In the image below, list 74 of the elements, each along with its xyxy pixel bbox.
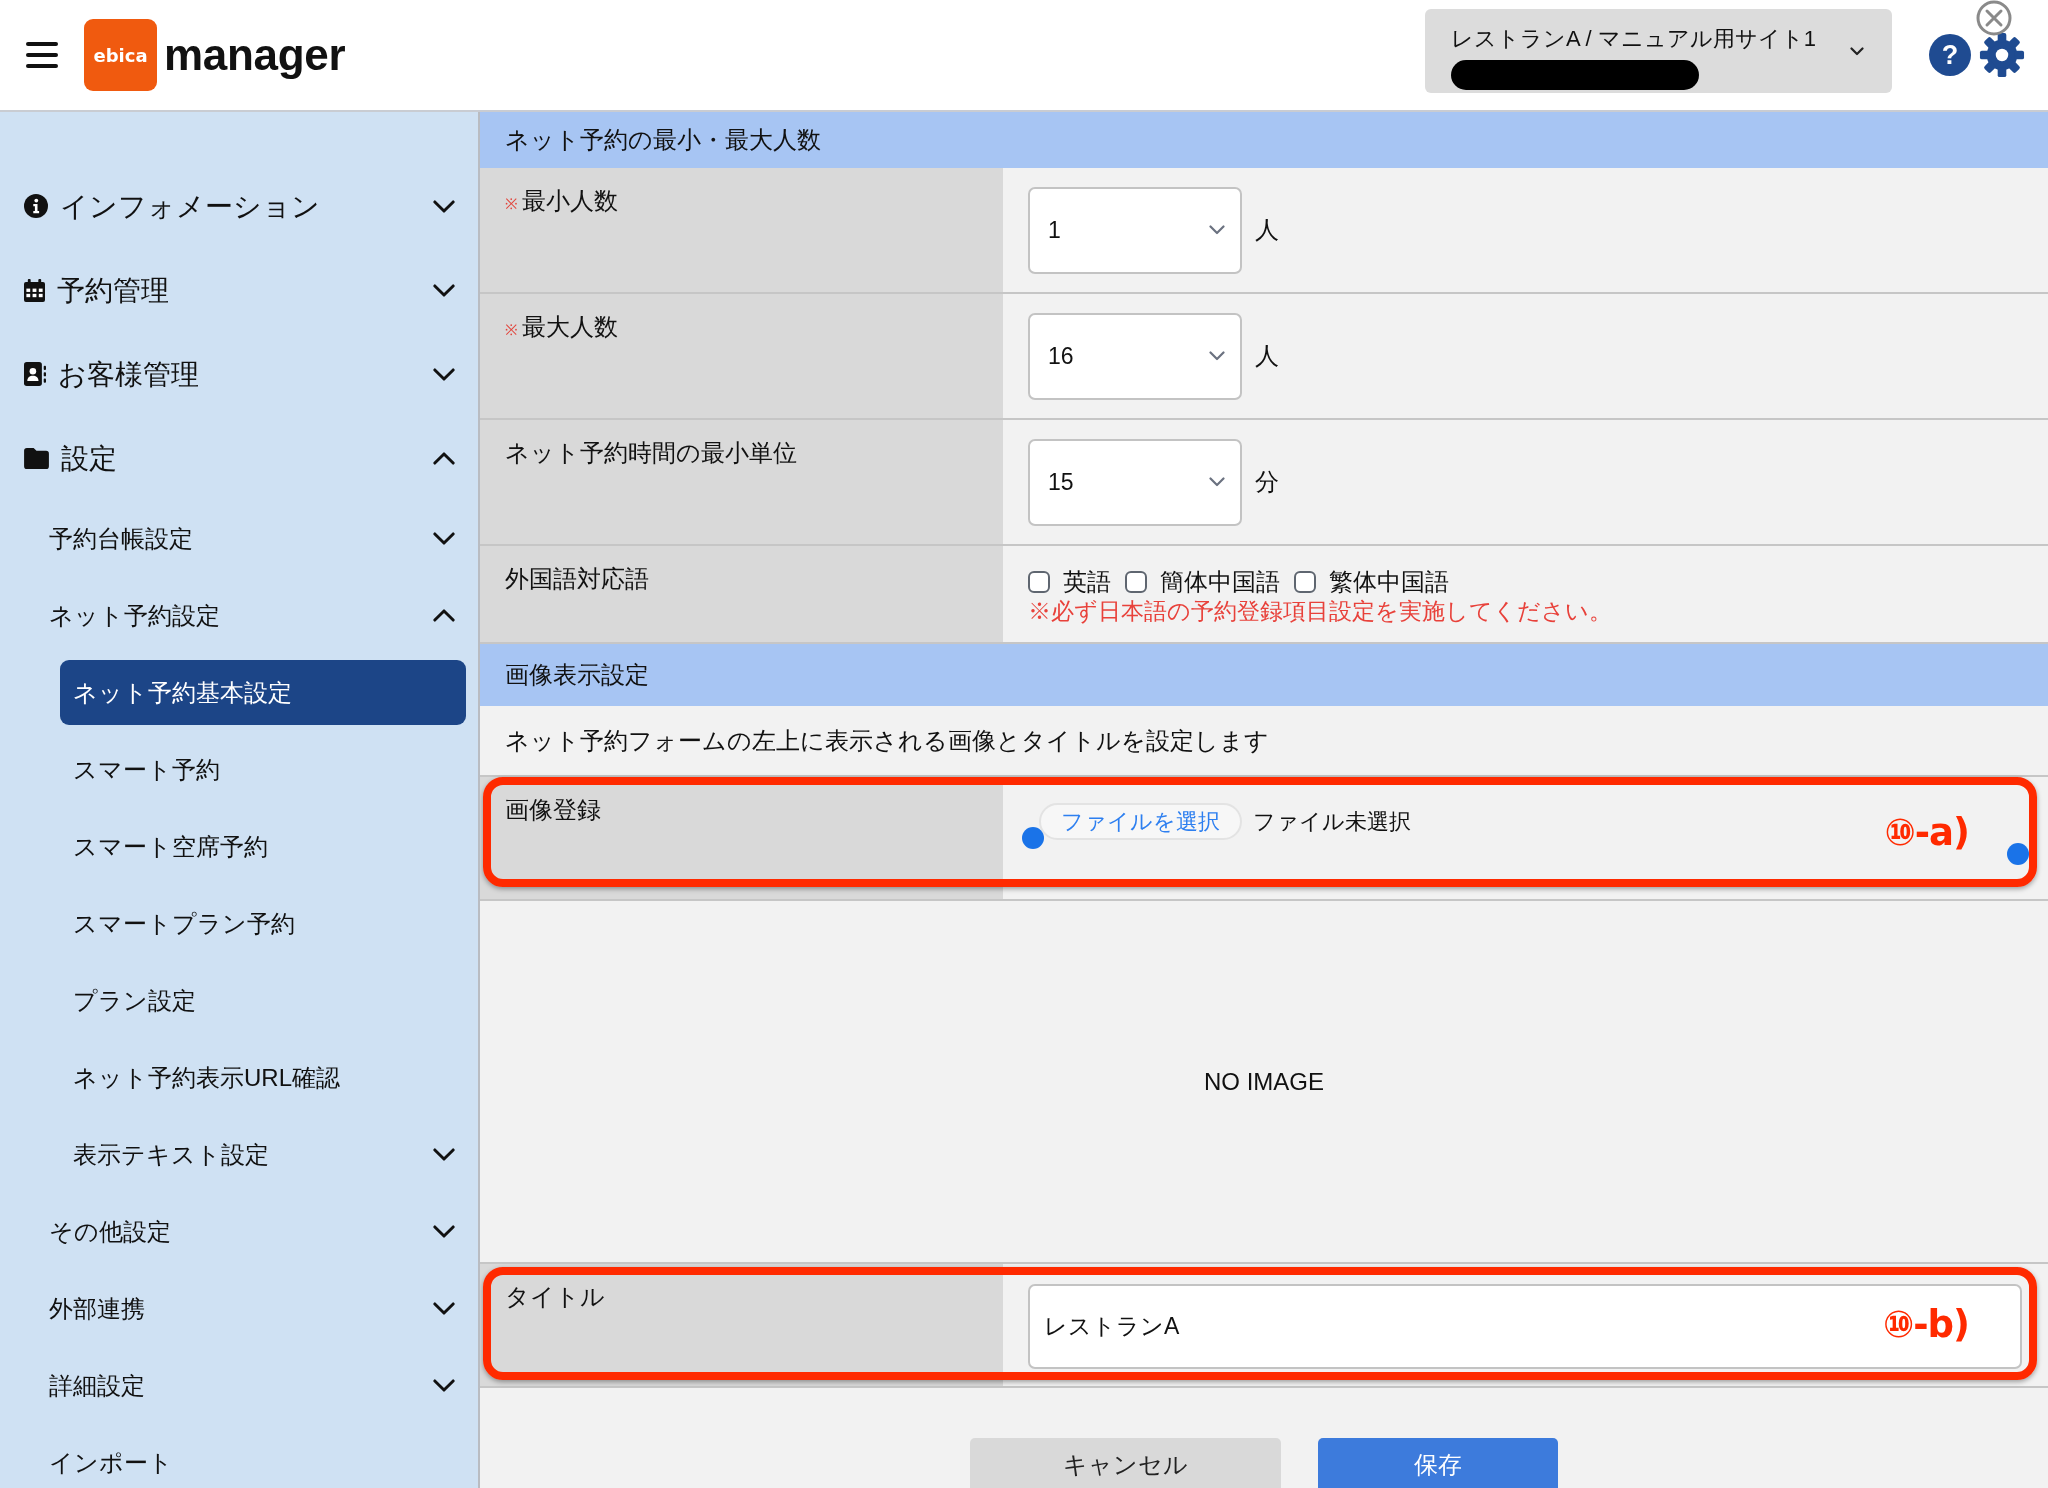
chevron-up-icon[interactable] bbox=[433, 609, 455, 622]
checkbox[interactable] bbox=[1294, 571, 1316, 593]
calendar-icon bbox=[24, 278, 45, 302]
save-button[interactable]: 保存 bbox=[1318, 1438, 1558, 1488]
field-label: 外国語対応語 bbox=[505, 565, 649, 594]
field-label: タイトル bbox=[505, 1283, 605, 1312]
chevron-up-icon[interactable] bbox=[433, 451, 455, 465]
section-header: 画像表示設定 bbox=[480, 644, 2048, 706]
checkbox[interactable] bbox=[1028, 571, 1050, 593]
field-label: 最大人数 bbox=[522, 313, 618, 342]
chevron-down-icon[interactable] bbox=[433, 283, 455, 297]
nav-item[interactable]: スマート予約 bbox=[73, 754, 220, 785]
field-label: 画像登録 bbox=[505, 796, 601, 825]
nav-item[interactable]: インポート bbox=[49, 1447, 173, 1478]
file-status-text: ファイル未選択 bbox=[1253, 808, 1411, 836]
annotation-label: ⑩-a) bbox=[1884, 810, 1969, 854]
nav-item[interactable]: スマート空席予約 bbox=[73, 831, 268, 862]
folder-icon bbox=[24, 447, 49, 469]
field-label: ネット予約時間の最小単位 bbox=[505, 439, 797, 468]
cancel-button[interactable]: キャンセル bbox=[970, 1438, 1281, 1488]
nav-item[interactable]: 外部連携 bbox=[49, 1293, 145, 1324]
warning-note: ※必ず日本語の予約登録項目設定を実施してください。 bbox=[1028, 597, 1612, 625]
chevron-down-icon[interactable] bbox=[433, 1148, 455, 1161]
annotation-label: ⑩-b) bbox=[1882, 1302, 1969, 1345]
select-field[interactable]: 16 bbox=[1028, 312, 1242, 400]
checkbox-label: 簡体中国語 bbox=[1160, 568, 1280, 597]
choose-file-button[interactable]: ファイルを選択 bbox=[1039, 803, 1242, 840]
field-label: 最小人数 bbox=[522, 187, 618, 216]
select-field[interactable]: 1 bbox=[1028, 186, 1242, 274]
no-image-text: NO IMAGE bbox=[1204, 1067, 1324, 1096]
handle-dot-icon[interactable] bbox=[2007, 843, 2029, 865]
description-text: ネット予約フォームの左上に表示される画像とタイトルを設定します bbox=[505, 726, 1269, 756]
help-button[interactable]: ? bbox=[1929, 34, 1971, 76]
app-name: manager bbox=[164, 30, 346, 80]
unit-label: 人 bbox=[1255, 341, 1279, 371]
chevron-down-icon bbox=[1209, 225, 1225, 235]
nav-item[interactable]: インフォメーション bbox=[24, 188, 320, 224]
settings-icon[interactable] bbox=[1979, 32, 2025, 78]
nav-item[interactable]: お客様管理 bbox=[24, 356, 199, 392]
select-field[interactable]: 15 bbox=[1028, 438, 1242, 526]
chevron-down-icon bbox=[1850, 46, 1864, 56]
unit-label: 人 bbox=[1255, 215, 1279, 245]
chevron-down-icon[interactable] bbox=[433, 199, 455, 213]
nav-item[interactable]: ネット予約設定 bbox=[49, 600, 220, 631]
chevron-down-icon[interactable] bbox=[433, 367, 455, 381]
site-selector[interactable]: レストランA / マニュアル用サイト1 bbox=[1425, 9, 1892, 93]
nav-item[interactable]: ネット予約基本設定 bbox=[60, 660, 466, 725]
checkbox[interactable] bbox=[1125, 571, 1147, 593]
nav-item[interactable]: 予約台帳設定 bbox=[49, 523, 193, 554]
chevron-down-icon[interactable] bbox=[433, 1225, 455, 1238]
checkbox-label: 英語 bbox=[1063, 568, 1111, 597]
nav-item[interactable]: プラン設定 bbox=[73, 985, 196, 1016]
handle-dot-icon[interactable] bbox=[1022, 827, 1044, 849]
logo-mark: ebica bbox=[84, 19, 157, 91]
nav-item[interactable]: 詳細設定 bbox=[49, 1370, 145, 1401]
nav-item[interactable]: スマートプラン予約 bbox=[73, 908, 295, 939]
chevron-down-icon[interactable] bbox=[433, 1302, 455, 1315]
unit-label: 分 bbox=[1255, 467, 1279, 497]
chevron-down-icon[interactable] bbox=[433, 532, 455, 545]
chevron-down-icon[interactable] bbox=[433, 1379, 455, 1392]
nav-item[interactable]: その他設定 bbox=[49, 1216, 171, 1247]
required-mark: ※ bbox=[505, 194, 518, 214]
nav-item[interactable]: ネット予約表示URL確認 bbox=[73, 1062, 340, 1093]
section-header: ネット予約の最小・最大人数 bbox=[480, 112, 2048, 168]
nav-item[interactable]: 設定 bbox=[24, 440, 117, 476]
info-icon bbox=[24, 194, 48, 218]
chevron-down-icon bbox=[1209, 477, 1225, 487]
nav-item[interactable]: 表示テキスト設定 bbox=[73, 1139, 269, 1170]
required-mark: ※ bbox=[505, 320, 518, 340]
contact-card-icon bbox=[24, 362, 46, 386]
checkbox-label: 繁体中国語 bbox=[1329, 568, 1449, 597]
chevron-down-icon bbox=[1209, 351, 1225, 361]
nav-item[interactable]: 予約管理 bbox=[24, 272, 169, 308]
menu-icon[interactable] bbox=[26, 42, 58, 68]
